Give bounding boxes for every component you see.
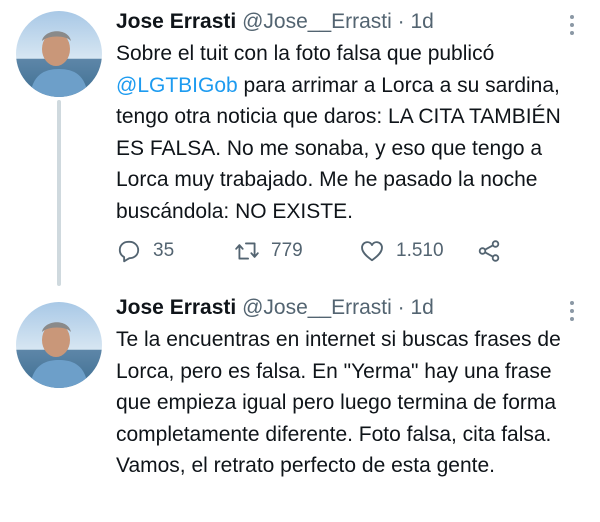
tweet-header: Jose Errasti @Jose__Errasti · 1d bbox=[116, 10, 560, 34]
tweet-header: Jose Errasti @Jose__Errasti · 1d bbox=[116, 296, 560, 320]
separator-dot: · bbox=[397, 296, 405, 319]
author-handle[interactable]: @Jose__Errasti bbox=[242, 10, 392, 33]
reply-button[interactable]: 35 bbox=[116, 234, 174, 268]
tweet-actions: 35 779 1.510 bbox=[116, 234, 560, 268]
author-handle[interactable]: @Jose__Errasti bbox=[242, 296, 392, 319]
separator-dot: · bbox=[397, 10, 405, 33]
avatar[interactable] bbox=[16, 302, 102, 388]
tweet-text-part: Sobre el tuit con la foto falsa que publ… bbox=[116, 42, 495, 65]
author-name[interactable]: Jose Errasti bbox=[116, 10, 236, 33]
author-name[interactable]: Jose Errasti bbox=[116, 296, 236, 319]
timestamp[interactable]: 1d bbox=[411, 10, 434, 33]
retweet-button[interactable]: 779 bbox=[234, 234, 303, 268]
timestamp[interactable]: 1d bbox=[411, 296, 434, 319]
retweet-icon bbox=[235, 242, 259, 260]
mention-link[interactable]: @LGTBIGob bbox=[116, 74, 238, 97]
reply-icon bbox=[118, 240, 140, 263]
avatar[interactable] bbox=[16, 11, 102, 97]
tweet-text: Sobre el tuit con la foto falsa que publ… bbox=[116, 38, 588, 227]
tweet-1[interactable]: Jose Errasti @Jose__Errasti · 1d Sobre e… bbox=[0, 0, 600, 290]
share-icon bbox=[478, 240, 500, 262]
more-icon[interactable] bbox=[568, 12, 576, 38]
reply-count: 35 bbox=[153, 240, 175, 261]
tweet-text: Te la encuentras en internet si buscas f… bbox=[116, 328, 561, 477]
more-icon[interactable] bbox=[568, 298, 576, 324]
like-icon bbox=[361, 241, 383, 262]
tweet-2[interactable]: Jose Errasti @Jose__Errasti · 1d Te la e… bbox=[0, 290, 600, 522]
like-count: 1.510 bbox=[396, 240, 444, 261]
like-button[interactable]: 1.510 bbox=[359, 234, 444, 268]
retweet-count: 779 bbox=[271, 240, 303, 261]
share-button[interactable] bbox=[476, 234, 502, 268]
thread-connector-line bbox=[57, 100, 61, 286]
